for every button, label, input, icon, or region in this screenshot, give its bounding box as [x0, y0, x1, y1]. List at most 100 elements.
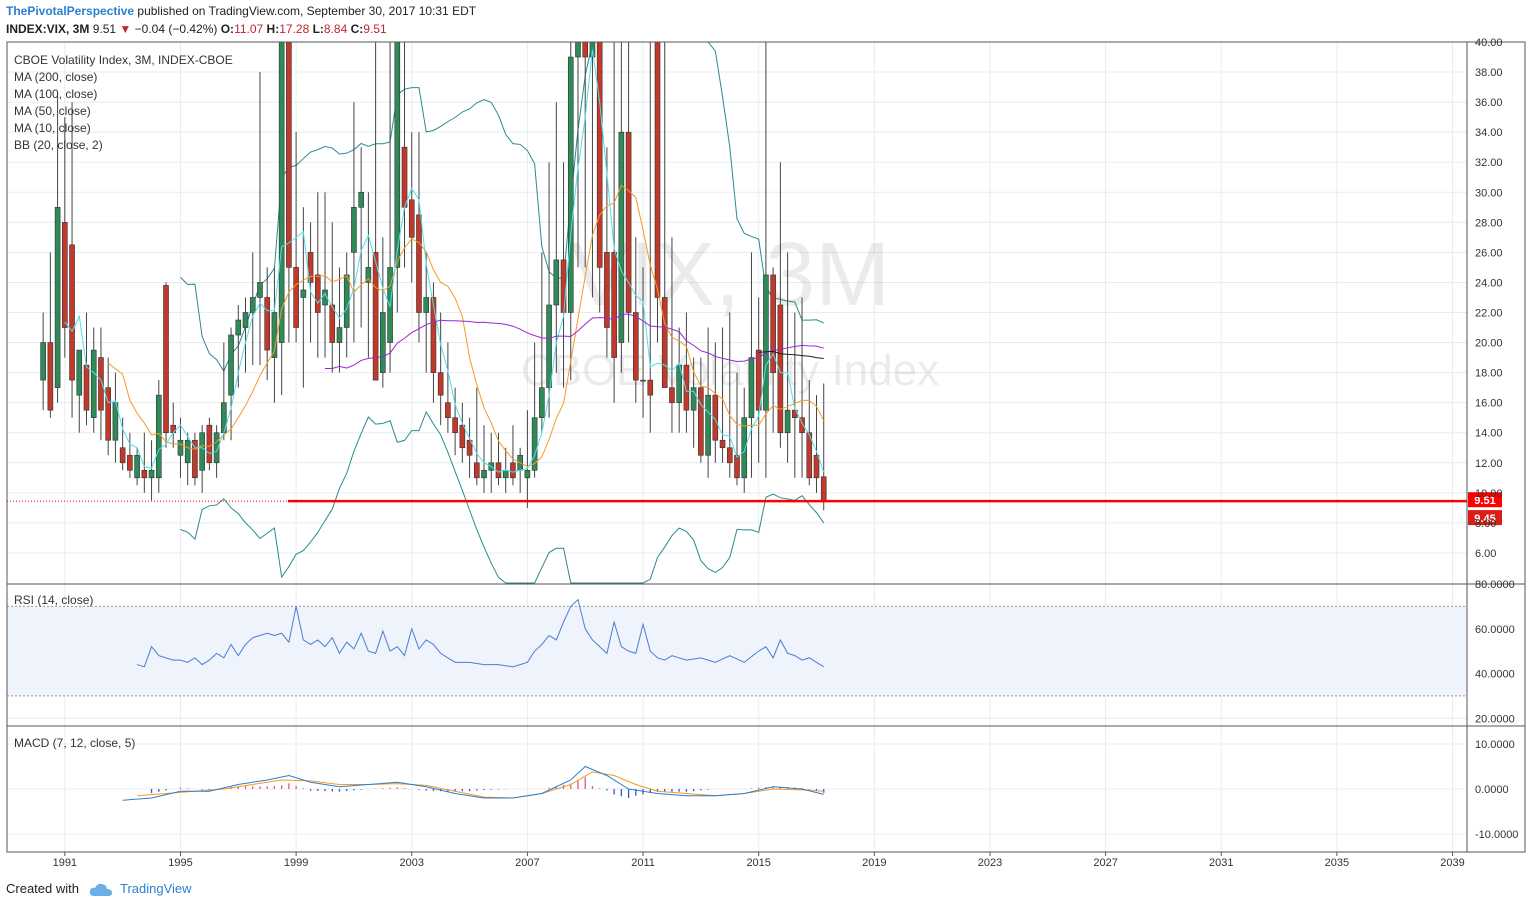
candle-body-up	[177, 439, 184, 456]
candle	[329, 222, 336, 373]
candle-body-down	[445, 402, 451, 418]
candle-body-down	[286, 41, 292, 268]
candle-body-down	[98, 357, 104, 411]
candle-body-up	[575, 41, 581, 58]
candle	[394, 41, 401, 313]
candle	[445, 342, 451, 433]
x-tick-label: 2011	[631, 857, 655, 869]
candle-body-up	[423, 297, 430, 313]
candle-body-up	[336, 327, 343, 343]
footer: Created with TradingView	[6, 881, 192, 897]
macd-tick-label: -10.0000	[1475, 829, 1518, 841]
candle	[271, 267, 278, 403]
macd-pane-label[interactable]: MACD (7, 12, close, 5)	[14, 736, 135, 750]
candle-body-up	[705, 394, 711, 456]
candle-body-down	[105, 387, 111, 441]
candle	[112, 372, 119, 463]
y-tick-label: 10.00	[1475, 488, 1503, 500]
candle-body-down	[83, 364, 90, 411]
high-value: 17.28	[279, 22, 310, 36]
publish-header: ThePivotalPerspective published on Tradi…	[6, 4, 476, 18]
tradingview-cloud-icon	[89, 883, 112, 896]
macd-tick-label: 10.0000	[1475, 739, 1515, 751]
legend-ma50[interactable]: MA (50, close)	[14, 103, 233, 120]
candle	[336, 267, 343, 373]
candle	[676, 327, 682, 433]
legend-ma100[interactable]: MA (100, close)	[14, 86, 233, 103]
candle-body-down	[560, 259, 567, 313]
tradingview-link[interactable]: TradingView	[120, 881, 192, 896]
candle	[365, 192, 372, 358]
candle-body-down	[654, 41, 661, 298]
y-tick-label: 32.00	[1475, 157, 1503, 169]
candle-body-down	[633, 312, 639, 381]
candle-body-down	[437, 372, 444, 396]
x-tick-label: 2023	[978, 857, 1002, 869]
candle-body-down	[474, 462, 480, 479]
candle	[47, 252, 54, 418]
legend-main-series[interactable]: CBOE Volatility Index, 3M, INDEX-CBOE	[14, 52, 233, 69]
candle-body-up	[394, 41, 401, 268]
candle-body-down	[661, 297, 668, 388]
candle-body-up	[155, 394, 162, 479]
candle	[481, 425, 487, 493]
candle-body-down	[611, 252, 617, 358]
candle-body-up	[134, 454, 140, 479]
candle	[459, 402, 466, 463]
candle-body-down	[69, 244, 75, 381]
candle	[286, 41, 292, 343]
candle-body-down	[604, 252, 610, 328]
candle-body-up	[640, 379, 646, 382]
candle	[249, 252, 256, 366]
y-tick-label: 34.00	[1475, 127, 1503, 139]
x-tick-label: 1991	[53, 857, 77, 869]
author-link[interactable]: ThePivotalPerspective	[6, 4, 134, 18]
watermark-symbol: VIX, 3M	[570, 225, 890, 325]
candle	[148, 440, 155, 501]
y-tick-label: 18.00	[1475, 368, 1503, 380]
candle-body-up	[40, 342, 46, 381]
rsi-pane-label[interactable]: RSI (14, close)	[14, 593, 93, 607]
candle-body-down	[582, 41, 589, 58]
x-tick-label: 1995	[168, 857, 192, 869]
candle	[358, 147, 364, 328]
candle	[488, 432, 495, 493]
low-label: L:	[312, 22, 324, 36]
legend-bb[interactable]: BB (20, close, 2)	[14, 137, 233, 154]
y-tick-label: 20.00	[1475, 338, 1503, 350]
x-tick-label: 2031	[1209, 857, 1233, 869]
y-tick-label: 22.00	[1475, 308, 1503, 320]
candle-body-up	[184, 439, 191, 464]
candle-body-down	[596, 41, 603, 268]
candle	[437, 312, 444, 426]
candle	[98, 327, 104, 441]
candle	[510, 425, 516, 486]
legend-ma200[interactable]: MA (200, close)	[14, 69, 233, 86]
candle-body-up	[76, 349, 83, 396]
candle	[604, 147, 610, 358]
candle-body-up	[242, 312, 249, 328]
candle-body-down	[141, 469, 148, 479]
rsi-tick-label: 20.0000	[1475, 713, 1515, 725]
candle	[228, 327, 234, 441]
x-tick-label: 2007	[515, 857, 539, 869]
candle	[567, 42, 574, 381]
last-price: 9.51	[92, 22, 117, 36]
candle	[408, 132, 415, 283]
candle-body-down	[726, 447, 733, 464]
legend-ma10[interactable]: MA (10, close)	[14, 120, 233, 137]
candle-body-down	[510, 462, 516, 479]
close-value: 9.51	[363, 22, 387, 36]
candle-body-down	[719, 439, 726, 449]
x-tick-label: 2003	[400, 857, 424, 869]
candle-body-up	[763, 274, 769, 411]
candle	[423, 252, 430, 373]
open-label: O:	[220, 22, 235, 36]
y-tick-label: 30.00	[1475, 187, 1503, 199]
candle	[170, 402, 177, 448]
created-with-text: Created with	[6, 881, 79, 896]
candle-body-up	[618, 131, 625, 343]
candle-body-up	[380, 312, 386, 373]
candle-body-down	[430, 297, 437, 373]
down-arrow-icon: ▼	[119, 22, 132, 36]
